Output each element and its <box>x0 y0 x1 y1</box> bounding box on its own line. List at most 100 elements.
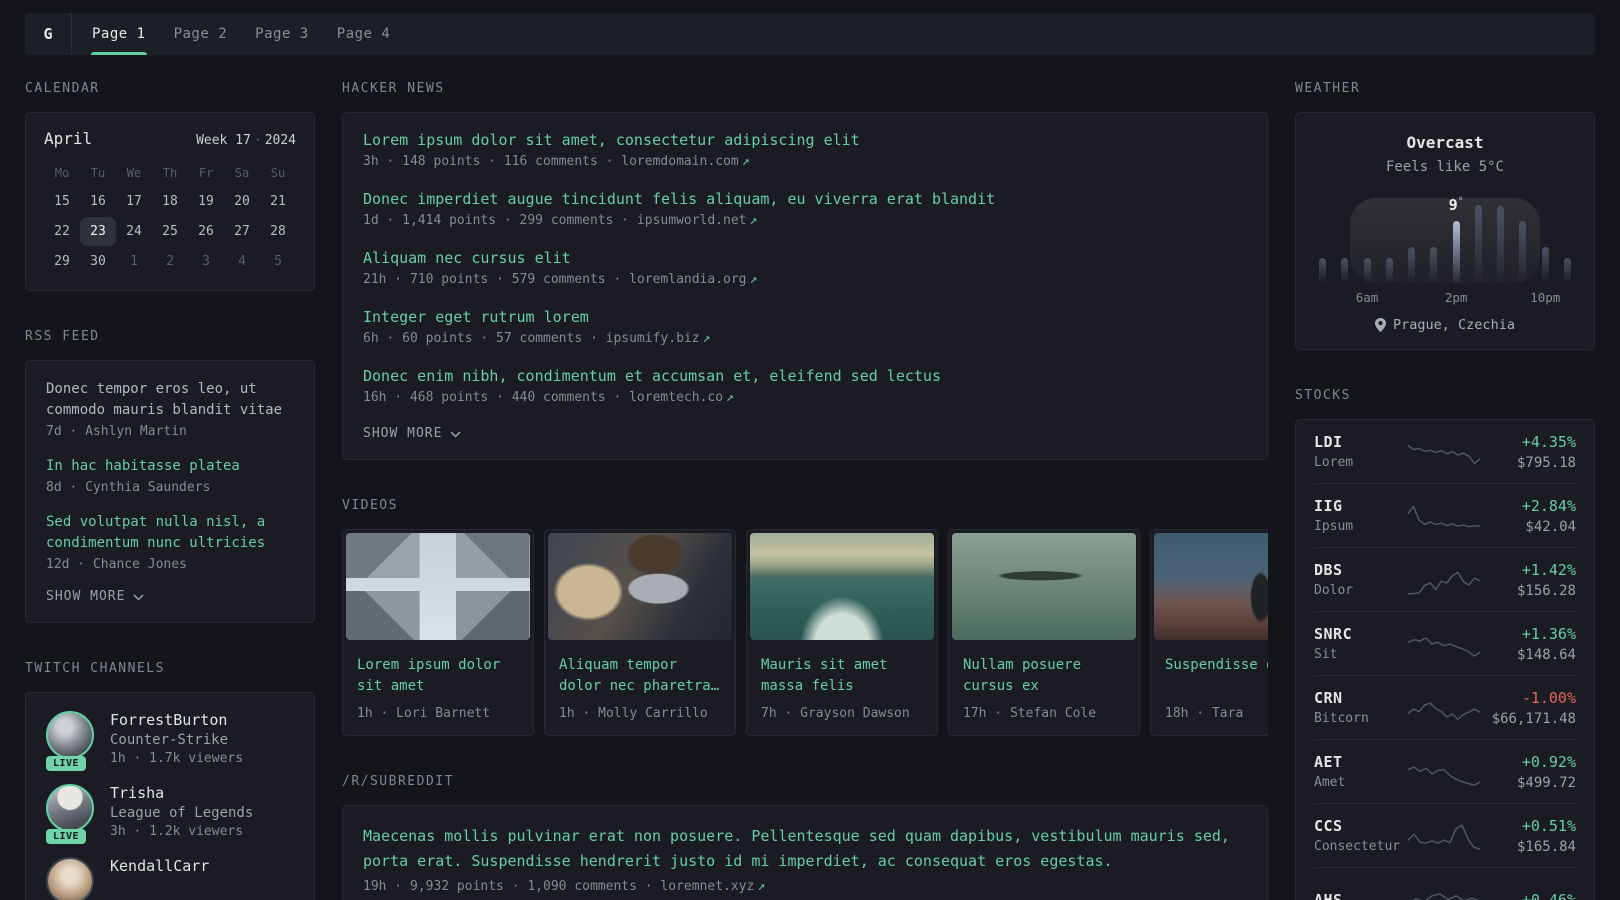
twitch-avatar-wrap <box>46 857 94 900</box>
weather-hourly-chart: 9° 6am 2pm 10pm <box>1319 187 1571 305</box>
twitch-channel-row[interactable]: LIVE Trisha League of Legends 3h · 1.2k … <box>46 784 294 844</box>
stock-sparkline <box>1408 819 1480 853</box>
stock-symbol: AET <box>1314 753 1343 771</box>
stock-row[interactable]: AHS +0.46% <box>1314 867 1576 900</box>
page-tab-label: Page 4 <box>336 26 391 42</box>
hackernews-item: Lorem ipsum dolor sit amet, consectetur … <box>363 131 1247 169</box>
twitch-channel-name: ForrestBurton <box>110 711 228 729</box>
hackernews-item-title[interactable]: Lorem ipsum dolor sit amet, consectetur … <box>363 131 1247 149</box>
hackernews-item-title[interactable]: Donec enim nibh, condimentum et accumsan… <box>363 367 1247 385</box>
calendar-day: 1 <box>130 254 138 269</box>
hackernews-item-title[interactable]: Donec imperdiet augue tincidunt felis al… <box>363 190 1247 208</box>
hackernews-item-meta-text: 3h · 148 points · 116 comments · loremdo… <box>363 154 739 169</box>
stock-row[interactable]: AET Amet +0.92% $499.72 <box>1314 739 1576 803</box>
stocks-label: STOCKS <box>1295 388 1351 403</box>
stock-row[interactable]: SNRC Sit +1.36% $148.64 <box>1314 611 1576 675</box>
rss-card: Donec tempor eros leo, ut commodo mauris… <box>25 360 315 623</box>
rss-list: Donec tempor eros leo, ut commodo mauris… <box>46 379 294 572</box>
hackernews-item-meta-text: 16h · 468 points · 440 comments · loremt… <box>363 390 724 405</box>
chevron-down-icon <box>133 594 144 601</box>
video-card[interactable]: Nullam posuere cursus ex 17h · Stefan Co… <box>948 529 1140 736</box>
calendar-day: 22 <box>54 224 70 239</box>
rss-item-title[interactable]: Sed volutpat nulla nisl, a condimentum n… <box>46 512 294 554</box>
twitch-card: LIVE ForrestBurton Counter-Strike 1h · 1… <box>25 692 315 900</box>
stock-row[interactable]: DBS Dolor +1.42% $156.28 <box>1314 547 1576 611</box>
weather-bar <box>1319 258 1326 283</box>
rss-item-title[interactable]: In hac habitasse platea <box>46 456 294 477</box>
weather-current-temp-value: 9 <box>1448 196 1458 214</box>
twitch-channel-name: Trisha <box>110 784 165 802</box>
twitch-channel-row[interactable]: LIVE ForrestBurton Counter-Strike 1h · 1… <box>46 711 294 771</box>
hackernews-label: HACKER NEWS <box>342 81 445 96</box>
weather-bar <box>1497 206 1505 283</box>
page-tab[interactable]: Page 3 <box>241 13 323 55</box>
stock-left: DBS Dolor <box>1314 561 1408 598</box>
twitch-channel-game: Counter-Strike <box>110 732 229 748</box>
subreddit-post-title[interactable]: Maecenas mollis pulvinar erat non posuer… <box>363 824 1247 874</box>
calendar-day: 5 <box>274 254 282 269</box>
subreddit-widget: /R/SUBREDDIT Maecenas mollis pulvinar er… <box>342 774 1268 900</box>
calendar-header: April Week 17 · 2024 <box>44 129 296 148</box>
stock-name: Bitcorn <box>1314 711 1369 726</box>
page-tab[interactable]: Page 1 <box>78 13 160 55</box>
weather-bar <box>1341 258 1349 283</box>
stock-symbol: IIG <box>1314 497 1343 515</box>
calendar-widget: CALENDAR April Week 17 · 2024 Mo Tu We Th Fr Sa… <box>25 81 315 291</box>
stock-change: +2.84% <box>1521 496 1576 515</box>
stock-right: +1.42% $156.28 <box>1480 561 1576 599</box>
stock-row[interactable]: CRN Bitcorn -1.00% $66,171.48 <box>1314 675 1576 739</box>
hackernews-widget: HACKER NEWS Lorem ipsum dolor sit amet, … <box>342 81 1268 460</box>
chevron-down-icon <box>450 431 461 438</box>
hackernews-item-meta: 21h · 710 points · 579 comments · loreml… <box>363 272 1247 287</box>
stock-price: $795.18 <box>1516 454 1576 471</box>
hackernews-item-title[interactable]: Aliquam nec cursus elit <box>363 249 1247 267</box>
stock-row[interactable]: CCS Consectetur +0.51% $165.84 <box>1314 803 1576 867</box>
rss-show-more-button[interactable]: SHOW MORE <box>46 589 144 604</box>
video-card[interactable]: Aliquam tempor dolor nec pharetra… 1h · … <box>544 529 736 736</box>
hackernews-item-title[interactable]: Integer eget rutrum lorem <box>363 308 1247 326</box>
calendar-day: 25 <box>162 224 178 239</box>
calendar-day: 21 <box>270 194 286 209</box>
weather-time-label: 2pm <box>1444 290 1468 305</box>
hackernews-item: Aliquam nec cursus elit 21h · 710 points… <box>363 249 1247 287</box>
hackernews-show-more-button[interactable]: SHOW MORE <box>363 426 461 441</box>
video-thumbnail <box>548 533 732 640</box>
stock-row[interactable]: IIG Ipsum +2.84% $42.04 <box>1314 483 1576 547</box>
hackernews-show-more-label: SHOW MORE <box>363 426 443 441</box>
video-title: Mauris sit amet massa felis <box>761 657 888 694</box>
app-logo[interactable]: G <box>25 13 71 55</box>
stock-symbol: SNRC <box>1314 625 1353 643</box>
stock-row[interactable]: LDI Lorem +4.35% $795.18 <box>1314 420 1576 483</box>
hackernews-item-meta: 6h · 60 points · 57 comments · ipsumify.… <box>363 331 1247 346</box>
stock-symbol: LDI <box>1314 433 1343 451</box>
weather-time-label: 6am <box>1355 290 1379 305</box>
external-link-icon: ↗ <box>741 154 750 169</box>
rss-widget: RSS FEED Donec tempor eros leo, ut commo… <box>25 329 315 623</box>
video-card[interactable]: Mauris sit amet massa felis 7h · Grayson… <box>746 529 938 736</box>
twitch-channel-row[interactable]: KendallCarr <box>46 857 294 900</box>
stock-left: CRN Bitcorn <box>1314 689 1408 726</box>
avatar <box>46 784 94 832</box>
video-meta: 1h · Molly Carrillo <box>559 706 708 721</box>
rss-item-title[interactable]: Donec tempor eros leo, ut commodo mauris… <box>46 379 294 421</box>
calendar-weekday: Tu <box>90 166 106 180</box>
calendar-day: 4 <box>238 254 246 269</box>
stock-sparkline <box>1408 691 1480 725</box>
video-card[interactable]: Suspendisse diam 18h · Tara <box>1150 529 1268 736</box>
stock-change: +1.36% <box>1521 624 1576 643</box>
hackernews-item: Donec enim nibh, condimentum et accumsan… <box>363 367 1247 405</box>
page-tab[interactable]: Page 4 <box>323 13 405 55</box>
page-tab[interactable]: Page 2 <box>160 13 242 55</box>
stock-change: -1.00% <box>1521 688 1576 707</box>
stock-change: +0.46% <box>1521 890 1576 900</box>
stock-sparkline <box>1408 563 1480 597</box>
rss-item-meta: 12d · Chance Jones <box>46 557 187 572</box>
right-column: WEATHER Overcast Feels like 5°C 9° 6am 2p… <box>1295 81 1595 900</box>
video-card[interactable]: Lorem ipsum dolor sit amet consectetu… 1… <box>342 529 534 736</box>
calendar-day: 15 <box>54 194 70 209</box>
stock-sparkline <box>1408 435 1480 469</box>
calendar-day: 27 <box>234 224 250 239</box>
hackernews-item-meta: 1d · 1,414 points · 299 comments · ipsum… <box>363 213 1247 228</box>
hackernews-item-meta: 3h · 148 points · 116 comments · loremdo… <box>363 154 1247 169</box>
weather-bar <box>1474 205 1482 283</box>
